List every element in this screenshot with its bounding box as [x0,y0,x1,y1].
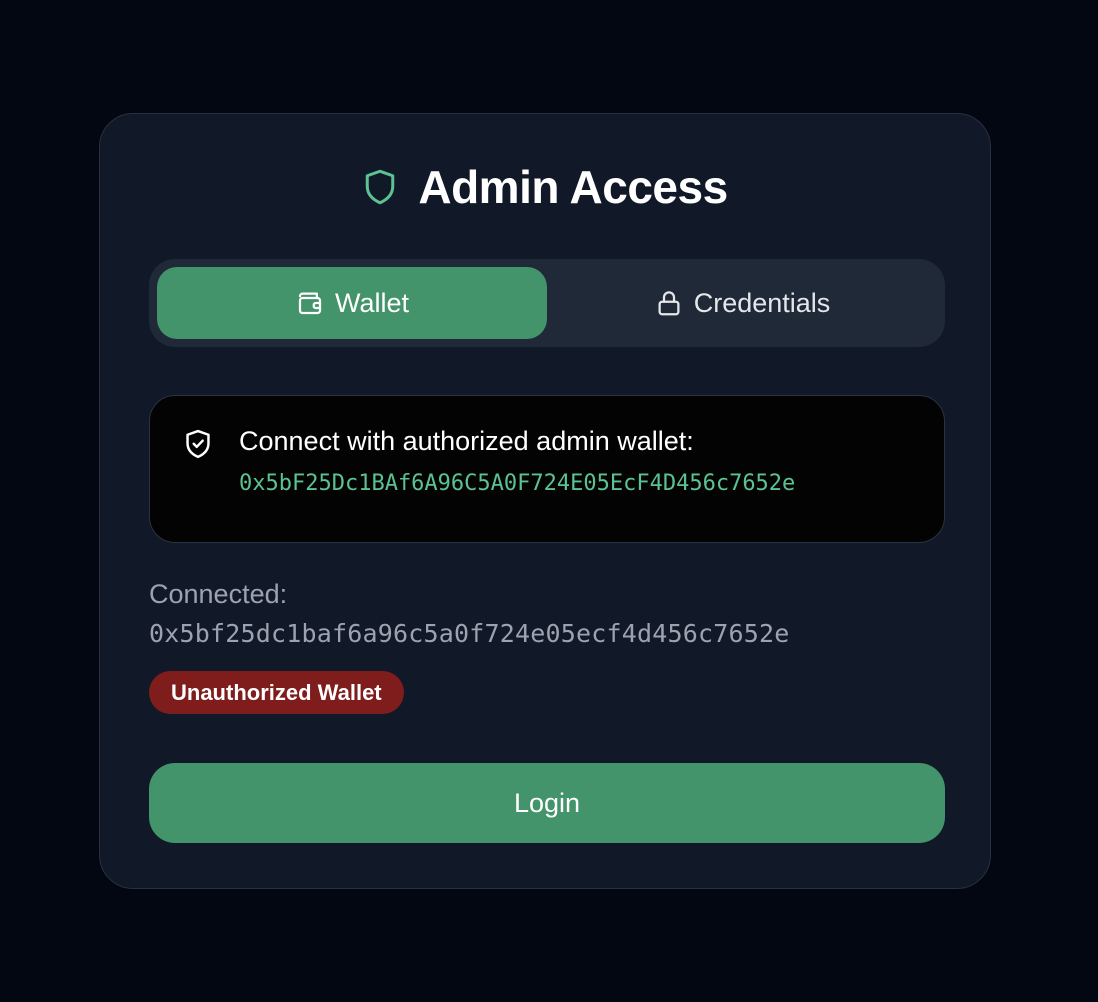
authorized-wallet-address: 0x5bF25Dc1BAf6A96C5A0F724E05EcF4D456c765… [239,471,796,496]
login-method-tabs: Wallet Credentials [149,259,945,347]
status-badge: Unauthorized Wallet [149,671,404,714]
admin-login-card: Admin Access Wallet Credentials Connect … [99,113,991,889]
lock-icon [654,288,684,318]
login-button[interactable]: Login [149,763,945,843]
tab-credentials[interactable]: Credentials [547,267,937,339]
tab-wallet[interactable]: Wallet [157,267,547,339]
wallet-icon [295,288,325,318]
card-header: Admin Access [100,161,990,213]
page-title: Admin Access [418,161,728,213]
info-message: Connect with authorized admin wallet: [239,426,694,456]
wallet-info-box: Connect with authorized admin wallet: 0x… [149,395,945,543]
shield-icon [362,167,398,207]
connected-label: Connected: [149,579,288,609]
tab-wallet-label: Wallet [334,287,409,318]
connected-wallet-address: 0x5bf25dc1baf6a96c5a0f724e05ecf4d456c765… [149,619,790,648]
shield-check-icon [183,428,213,465]
tab-credentials-label: Credentials [693,287,831,318]
